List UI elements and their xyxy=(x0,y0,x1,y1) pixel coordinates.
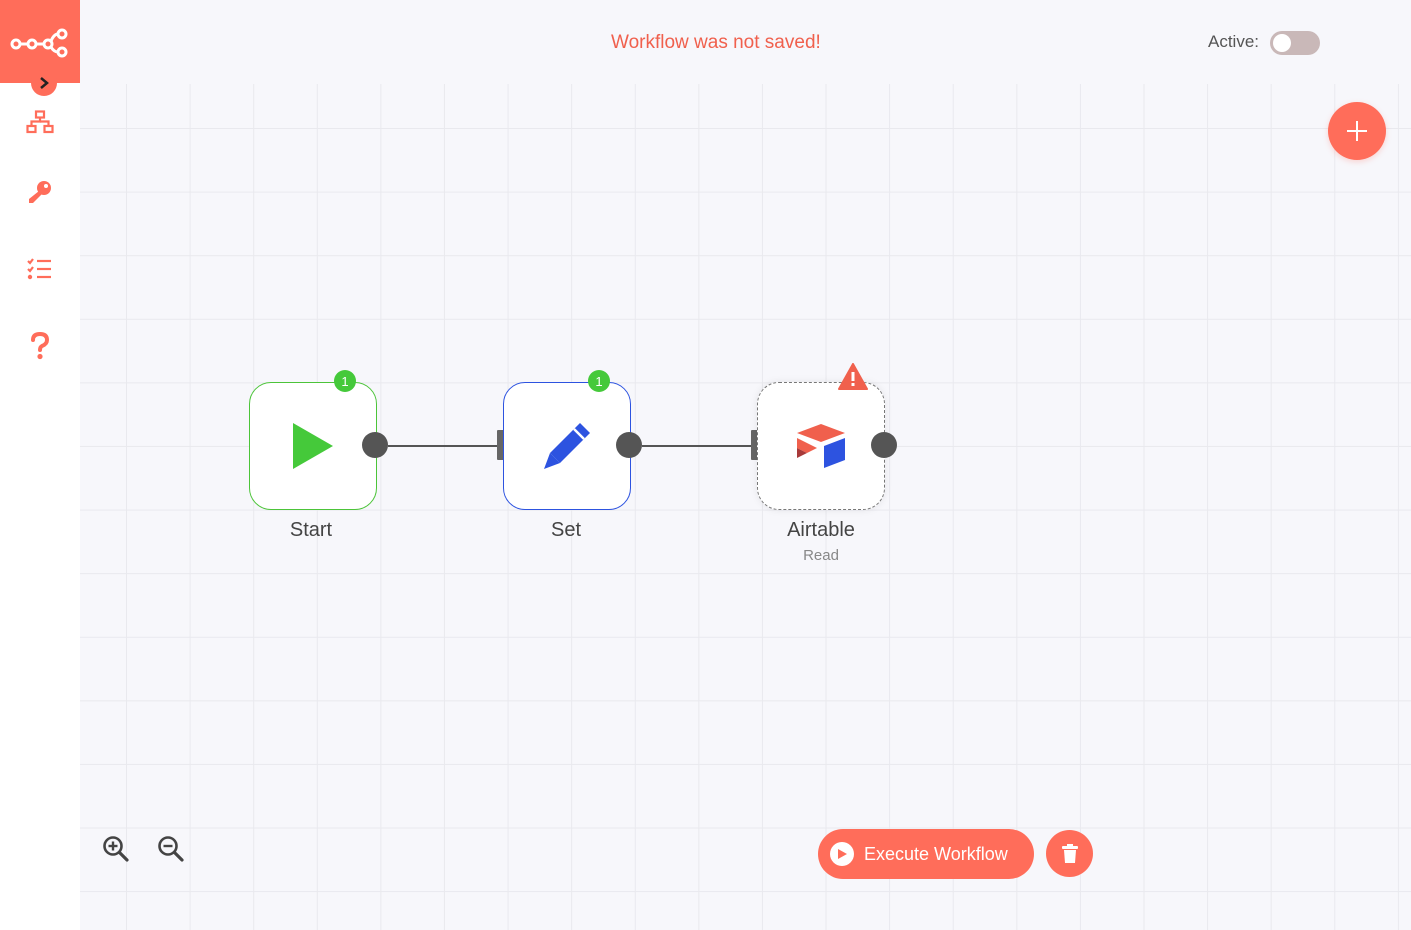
zoom-in-button[interactable] xyxy=(98,831,134,867)
node-start-output-handle[interactable] xyxy=(362,432,388,458)
top-bar: Workflow was not saved! Active: xyxy=(80,0,1411,84)
node-airtable-warning[interactable] xyxy=(838,363,868,396)
node-start-label: Start xyxy=(289,519,333,541)
airtable-icon xyxy=(797,424,845,468)
node-airtable[interactable] xyxy=(757,382,885,510)
plus-icon xyxy=(1347,121,1367,141)
warning-triangle-icon xyxy=(838,363,868,390)
zoom-out-button[interactable] xyxy=(153,831,189,867)
zoom-in-icon xyxy=(103,836,129,862)
sidebar xyxy=(0,0,80,930)
tasks-list-icon xyxy=(27,258,51,280)
execute-workflow-label: Execute Workflow xyxy=(864,843,1008,864)
connection-start-set[interactable] xyxy=(388,445,498,447)
toggle-knob xyxy=(1273,34,1291,52)
zoom-out-icon xyxy=(158,836,184,862)
n8n-logo-icon xyxy=(10,28,68,58)
node-start[interactable] xyxy=(249,382,377,510)
execute-workflow-button[interactable]: Execute Workflow xyxy=(818,829,1034,879)
play-icon xyxy=(293,423,333,469)
active-toggle[interactable] xyxy=(1270,31,1320,55)
active-label: Active: xyxy=(1208,32,1260,51)
node-set-label: Set xyxy=(550,519,582,541)
node-start-run-badge: 1 xyxy=(334,370,356,392)
node-set[interactable] xyxy=(503,382,631,510)
n8n-editor: Workflow was not saved! Active: 1 Start … xyxy=(0,0,1411,930)
sitemap-icon xyxy=(26,110,54,134)
node-airtable-label: Airtable xyxy=(787,519,855,541)
delete-workflow-button[interactable] xyxy=(1046,830,1093,877)
play-circle-icon xyxy=(830,842,854,866)
chevron-right-icon xyxy=(40,77,49,89)
sidebar-item-help[interactable] xyxy=(22,328,58,364)
pencil-icon xyxy=(544,423,590,469)
node-set-output-handle[interactable] xyxy=(616,432,642,458)
node-airtable-subtitle: Read xyxy=(803,547,839,564)
connection-set-airtable[interactable] xyxy=(642,445,752,447)
sidebar-item-executions[interactable] xyxy=(22,251,58,287)
unsaved-warning: Workflow was not saved! xyxy=(611,32,821,53)
sidebar-item-workflows[interactable] xyxy=(22,104,58,140)
add-node-button[interactable] xyxy=(1328,102,1386,160)
sidebar-item-credentials[interactable] xyxy=(22,174,58,210)
trash-icon xyxy=(1061,843,1078,863)
node-set-run-badge: 1 xyxy=(588,370,610,392)
key-icon xyxy=(29,181,51,203)
node-airtable-output-handle[interactable] xyxy=(871,432,897,458)
question-icon xyxy=(31,332,50,360)
sidebar-expand-button[interactable] xyxy=(31,70,57,96)
